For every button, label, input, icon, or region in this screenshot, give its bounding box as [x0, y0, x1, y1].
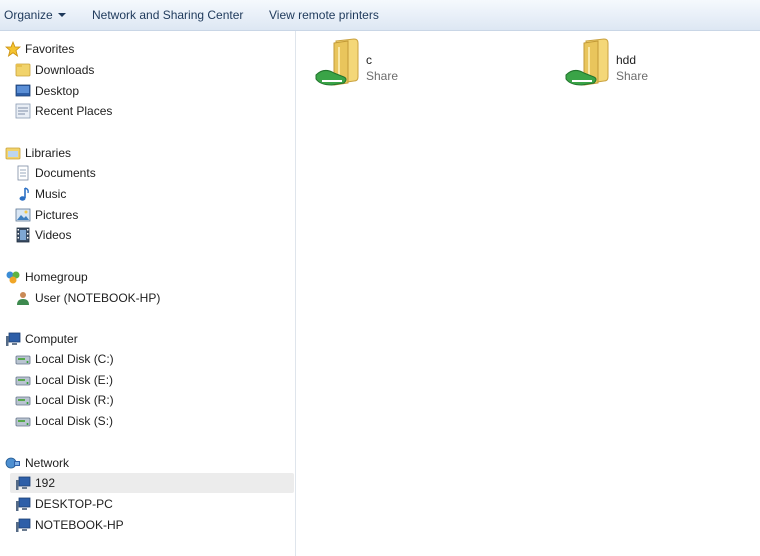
nav-item-label: NOTEBOOK-HP [35, 518, 124, 532]
nav-group-favorites[interactable]: Favorites [5, 39, 285, 59]
nav-item-desktop-pc[interactable]: DESKTOP-PC [15, 494, 285, 514]
nav-item-local-disk-c[interactable]: Local Disk (C:) [15, 349, 285, 369]
nav-item-label: 192 [35, 476, 56, 490]
nav-item-music[interactable]: Music [15, 184, 285, 204]
content-pane: c Share hdd Share [296, 31, 760, 556]
nav-group-computer[interactable]: Computer [5, 329, 285, 349]
shared-folder-icon [315, 38, 359, 86]
computer-icon [16, 476, 31, 490]
share-type: Share [366, 69, 399, 83]
nav-item-homegroup-user[interactable]: User (NOTEBOOK-HP) [15, 288, 285, 308]
nav-group-libraries[interactable]: Libraries [5, 143, 285, 163]
view-remote-printers-button[interactable]: View remote printers [269, 8, 379, 22]
organize-label: Organize [4, 8, 53, 22]
videos-icon [16, 227, 30, 243]
nav-group-label: Homegroup [25, 270, 88, 284]
libraries-icon [5, 147, 21, 160]
network-sharing-center-button[interactable]: Network and Sharing Center [92, 8, 243, 22]
organize-button[interactable]: Organize [4, 8, 66, 22]
computer-icon [16, 497, 31, 511]
nav-item-desktop[interactable]: Desktop [15, 81, 285, 101]
nav-item-label: Documents [35, 166, 96, 180]
hard-drive-icon [15, 417, 31, 427]
nav-item-documents[interactable]: Documents [15, 163, 285, 183]
documents-icon [17, 165, 29, 181]
nav-group-label: Favorites [25, 42, 75, 56]
nav-item-label: Music [35, 187, 67, 201]
nav-item-local-disk-e[interactable]: Local Disk (E:) [15, 370, 285, 390]
nav-item-label: Downloads [35, 63, 95, 77]
nav-item-label: Desktop [35, 84, 80, 98]
nav-group-network[interactable]: Network [5, 453, 285, 473]
shared-folder-icon [565, 38, 609, 86]
computer-icon [6, 332, 21, 346]
hard-drive-icon [15, 376, 31, 386]
nav-item-label: Local Disk (R:) [35, 393, 114, 407]
nav-item-label: Recent Places [35, 104, 113, 118]
star-icon [5, 41, 21, 57]
nav-item-downloads[interactable]: Downloads [15, 60, 285, 80]
nav-group-label: Libraries [25, 146, 72, 160]
share-name: hdd [616, 53, 637, 67]
nav-group-label: Computer [25, 332, 78, 346]
nav-item-label: Local Disk (C:) [35, 352, 114, 366]
nav-item-network-192[interactable]: 192 [10, 473, 294, 493]
share-item-hdd[interactable]: hdd Share [564, 37, 760, 97]
nav-item-label: DESKTOP-PC [35, 497, 113, 511]
pictures-icon [15, 208, 31, 222]
downloads-folder-icon [15, 63, 31, 77]
nav-item-local-disk-r[interactable]: Local Disk (R:) [15, 390, 285, 410]
hard-drive-icon [15, 396, 31, 406]
nav-item-recent-places[interactable]: Recent Places [15, 101, 285, 121]
share-type: Share [616, 69, 649, 83]
dropdown-arrow-icon [57, 13, 66, 17]
music-note-icon [19, 187, 29, 201]
nav-item-notebook-hp[interactable]: NOTEBOOK-HP [15, 515, 285, 535]
command-bar: Organize Network and Sharing Center View… [0, 0, 760, 31]
nav-item-local-disk-s[interactable]: Local Disk (S:) [15, 411, 285, 431]
network-icon [5, 457, 20, 469]
share-name: c [366, 53, 372, 67]
recent-places-icon [15, 103, 31, 119]
user-icon [17, 292, 29, 305]
nav-group-homegroup[interactable]: Homegroup [5, 267, 285, 287]
nav-item-label: Local Disk (E:) [35, 373, 114, 387]
nav-item-label: Pictures [35, 208, 79, 222]
nav-group-label: Network [25, 456, 70, 470]
nav-item-label: Local Disk (S:) [35, 414, 114, 428]
nav-item-videos[interactable]: Videos [15, 225, 285, 245]
computer-icon [16, 518, 31, 532]
navigation-pane: Favorites Downloads Desktop Recent Place… [0, 31, 296, 556]
nav-item-label: User (NOTEBOOK-HP) [35, 291, 161, 305]
nav-item-label: Videos [35, 228, 72, 242]
hard-drive-icon [15, 355, 31, 365]
desktop-icon [15, 84, 31, 97]
nav-item-pictures[interactable]: Pictures [15, 205, 285, 225]
share-item-c[interactable]: c Share [314, 37, 554, 97]
homegroup-icon [6, 271, 20, 284]
